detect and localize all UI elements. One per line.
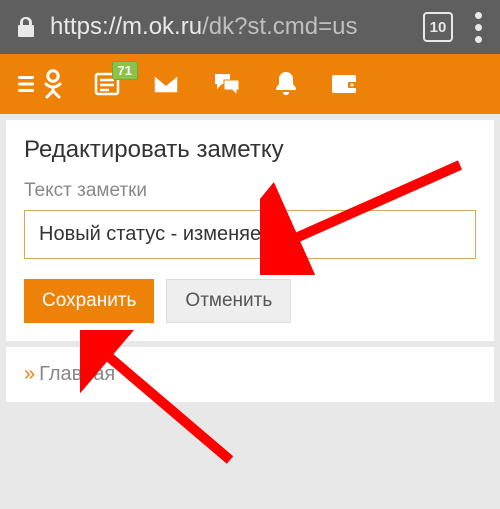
browser-address-bar: https://m.ok.ru/dk?st.cmd=us 10	[0, 0, 500, 54]
note-text-input[interactable]	[24, 210, 476, 259]
url-host: m.ok.ru	[122, 13, 202, 40]
home-link-label: Главная	[39, 363, 115, 385]
url-scheme: https://	[50, 13, 122, 40]
input-label: Текст заметки	[24, 180, 476, 202]
messages-icon[interactable]	[152, 73, 180, 95]
ok-logo-icon	[44, 69, 62, 99]
site-nav: 71	[0, 54, 500, 114]
save-button[interactable]: Сохранить	[24, 279, 154, 323]
url-path: /dk?st.cmd=us	[202, 13, 357, 40]
feed-icon[interactable]: 71	[94, 71, 120, 97]
cancel-button[interactable]: Отменить	[166, 279, 291, 323]
url-text[interactable]: https://m.ok.ru/dk?st.cmd=us	[50, 13, 409, 41]
tab-switcher[interactable]: 10	[423, 12, 453, 42]
lock-icon	[16, 16, 36, 38]
payments-icon[interactable]	[330, 72, 358, 96]
raquo-icon: »	[24, 363, 35, 385]
hamburger-icon	[18, 75, 40, 93]
discussions-icon[interactable]	[212, 71, 242, 97]
tab-count-value: 10	[430, 19, 447, 36]
footer-card: »Главная	[6, 347, 494, 402]
content-area: Редактировать заметку Текст заметки Сохр…	[0, 114, 500, 408]
home-link[interactable]: »Главная	[24, 363, 115, 385]
feed-badge: 71	[112, 61, 138, 80]
card-heading: Редактировать заметку	[24, 136, 476, 164]
notifications-icon[interactable]	[274, 70, 298, 98]
browser-menu-icon[interactable]	[467, 12, 490, 43]
edit-note-card: Редактировать заметку Текст заметки Сохр…	[6, 120, 494, 341]
button-row: Сохранить Отменить	[24, 279, 476, 323]
menu-logo[interactable]	[18, 69, 62, 99]
